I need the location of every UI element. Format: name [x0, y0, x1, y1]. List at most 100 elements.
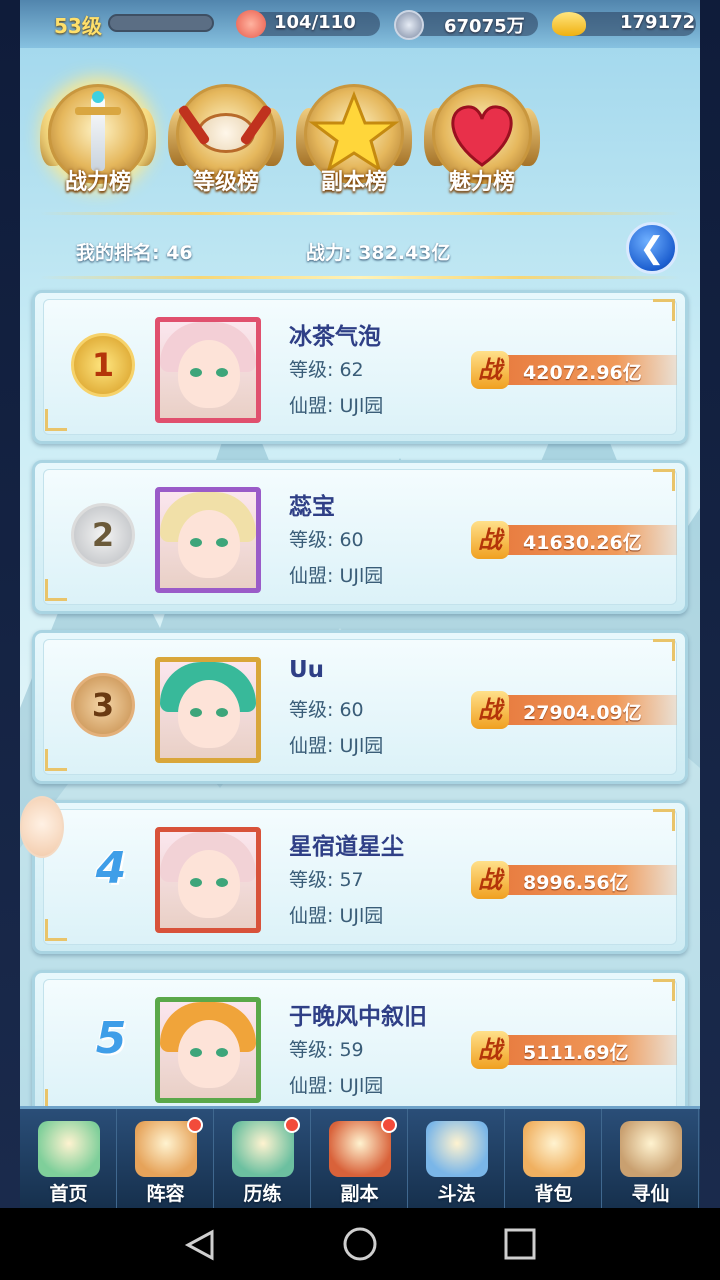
power-value: 42072.96亿 [523, 362, 642, 384]
avatar-eye [216, 1048, 228, 1057]
tab-power[interactable]: 战力榜 [38, 78, 158, 196]
player-avatar[interactable] [155, 827, 261, 933]
power-bar: 战 41630.26亿 [471, 521, 677, 559]
player-guild: 仙盟: UJl园 [289, 735, 384, 757]
tab-label: 等级榜 [192, 170, 259, 195]
bag-icon [523, 1121, 585, 1177]
player-avatar[interactable] [155, 997, 261, 1103]
tab-label: 副本榜 [320, 170, 387, 195]
silver-coin-icon [394, 10, 424, 40]
corner-ornament-icon [653, 979, 675, 1001]
left-letterbox [0, 0, 20, 1208]
player-avatar[interactable] [155, 487, 261, 593]
my-power: 战力: 382.43亿 [306, 242, 451, 264]
battle-badge-icon: 战 [471, 691, 509, 729]
battle-badge-icon: 战 [471, 861, 509, 899]
avatar-face [178, 680, 240, 748]
stamina-value: 104/110 [274, 12, 356, 33]
exp-bar [108, 14, 214, 32]
game-screen: 53级 104/110 67075万 179172 战力榜 等级榜 副本榜 魅力… [0, 0, 720, 1280]
nav-label: 寻仙 [631, 1183, 670, 1205]
nav-item-0[interactable]: 首页 [20, 1109, 117, 1208]
peach-icon [236, 10, 266, 38]
rank-number: 1 [91, 346, 115, 384]
power-bar: 战 42072.96亿 [471, 351, 677, 389]
nav-label: 阵容 [146, 1183, 185, 1205]
android-home-button[interactable] [338, 1222, 382, 1266]
nav-item-1[interactable]: 阵容 [117, 1109, 214, 1208]
back-arrow-icon: ❮ [639, 231, 665, 266]
player-avatar[interactable] [155, 317, 261, 423]
power-bar: 战 27904.09亿 [471, 691, 677, 729]
rank-card[interactable]: 3 Uu 等级: 60 仙盟: UJl园 战 27904.09亿 [32, 630, 688, 784]
avatar-face [178, 850, 240, 918]
avatar-face [178, 510, 240, 578]
pet-float-icon[interactable] [20, 796, 64, 858]
nav-label: 历练 [243, 1183, 282, 1205]
battle-badge-icon: 战 [471, 521, 509, 559]
player-avatar[interactable] [155, 657, 261, 763]
tab-dungeon[interactable]: 副本榜 [294, 78, 414, 196]
my-rank-row: 我的排名: 46 战力: 382.43亿 ❮ [20, 214, 700, 278]
avatar-eye [216, 878, 228, 887]
power-value: 27904.09亿 [523, 702, 642, 724]
player-level-text: 等级: 59 [289, 1039, 364, 1061]
player-name: Uu [289, 657, 325, 683]
status-bar: 53级 104/110 67075万 179172 [20, 0, 700, 48]
avatar-eye [190, 878, 202, 887]
battle-badge-icon: 战 [471, 351, 509, 389]
corner-ornament-icon [653, 639, 675, 661]
tab-charm[interactable]: 魅力榜 [422, 78, 542, 196]
power-value: 41630.26亿 [523, 532, 642, 554]
rank-medal-icon: 2 [71, 503, 135, 567]
android-back-button[interactable] [180, 1222, 224, 1266]
rank-card[interactable]: 2 蕊宝 等级: 60 仙盟: UJl园 战 41630.26亿 [32, 460, 688, 614]
rank-card[interactable]: 4 星宿道星尘 等级: 57 仙盟: UJl园 战 8996.56亿 [32, 800, 688, 954]
corner-ornament-icon [45, 579, 67, 601]
player-level: 53级 [54, 14, 102, 38]
silver-value: 67075万 [444, 16, 525, 37]
back-button[interactable]: ❮ [626, 222, 678, 274]
nav-item-4[interactable]: 斗法 [408, 1109, 505, 1208]
corner-ornament-icon [45, 409, 67, 431]
player-name: 星宿道星尘 [289, 834, 404, 860]
rank-number: 5 [95, 1013, 127, 1064]
nav-item-2[interactable]: 历练 [214, 1109, 311, 1208]
tab-label: 魅力榜 [448, 170, 515, 195]
avatar-eye [190, 538, 202, 547]
seek-immortal-icon [620, 1121, 682, 1177]
corner-ornament-icon [45, 749, 67, 771]
power-bar: 战 5111.69亿 [471, 1031, 677, 1069]
player-guild: 仙盟: UJl园 [289, 905, 384, 927]
bottom-nav: 首页 阵容 历练 副本 斗法 背包 寻仙 [20, 1106, 700, 1208]
android-recents-button[interactable] [498, 1222, 542, 1266]
player-guild: 仙盟: UJl园 [289, 1075, 384, 1097]
nav-item-6[interactable]: 寻仙 [602, 1109, 699, 1208]
rank-number: 2 [91, 516, 115, 554]
my-rank: 我的排名: 46 [76, 242, 193, 264]
tab-level[interactable]: 等级榜 [166, 78, 286, 196]
divider-bottom [40, 276, 680, 279]
gold-value: 179172 [620, 12, 696, 33]
corner-ornament-icon [653, 469, 675, 491]
player-name: 于晚风中叙旧 [289, 1004, 427, 1030]
nav-item-3[interactable]: 副本 [311, 1109, 408, 1208]
avatar-face [178, 340, 240, 408]
gold-ingot-icon [552, 12, 586, 36]
rank-card[interactable]: 5 于晚风中叙旧 等级: 59 仙盟: UJl园 战 5111.69亿 [32, 970, 688, 1124]
player-guild: 仙盟: UJl园 [289, 395, 384, 417]
right-letterbox [700, 0, 720, 1208]
duel-icon [426, 1121, 488, 1177]
rank-card[interactable]: 1 冰茶气泡 等级: 62 仙盟: UJl园 战 42072.96亿 [32, 290, 688, 444]
avatar-face [178, 1020, 240, 1088]
power-bar: 战 8996.56亿 [471, 861, 677, 899]
avatar-eye [190, 1048, 202, 1057]
nav-item-5[interactable]: 背包 [505, 1109, 602, 1208]
nav-label: 首页 [49, 1183, 88, 1205]
leaderboard-panel: 53级 104/110 67075万 179172 战力榜 等级榜 副本榜 魅力… [20, 0, 700, 1208]
corner-ornament-icon [653, 299, 675, 321]
notification-dot [284, 1117, 300, 1133]
notification-dot [187, 1117, 203, 1133]
nav-label: 斗法 [437, 1183, 476, 1205]
avatar-eye [190, 708, 202, 717]
